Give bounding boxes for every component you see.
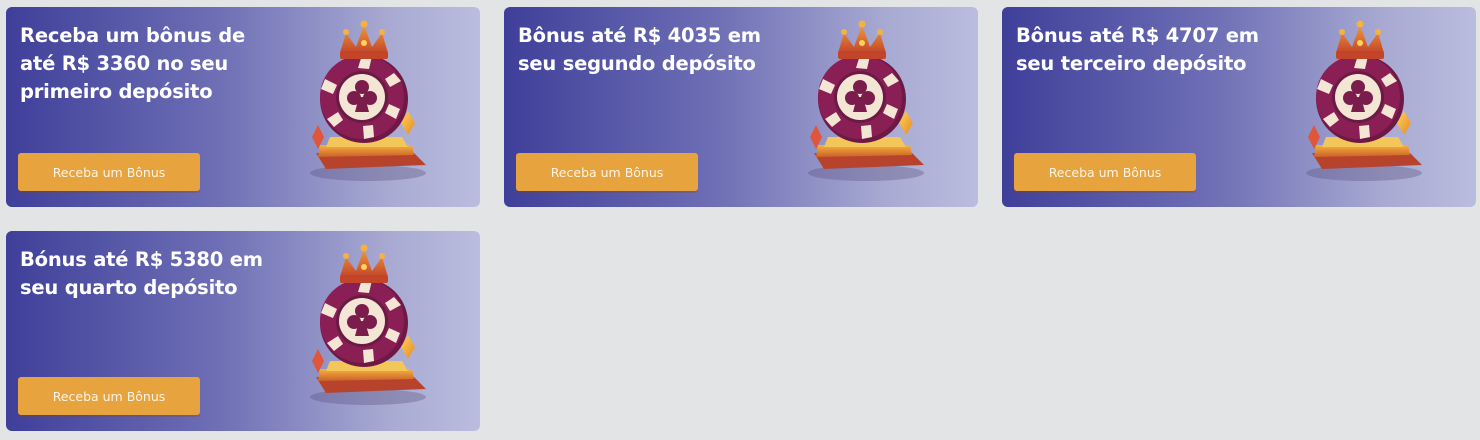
promo-card-first-deposit: Receba um bônus de até R$ 3360 no seu pr… [6,7,480,207]
promo-card-third-deposit: Bônus até R$ 4707 em seu terceiro depósi… [1002,7,1476,207]
crowned-poker-chip-icon [794,13,934,193]
promo-title: Bônus até R$ 4035 em seu segundo depósit… [518,24,761,75]
promo-card-second-deposit: Bônus até R$ 4035 em seu segundo depósit… [504,7,978,207]
promo-title: Bónus até R$ 5380 em seu quarto depósito [20,248,263,299]
get-bonus-button[interactable]: Receba um Bônus [516,153,698,191]
promotions-grid: Receba um bônus de até R$ 3360 no seu pr… [6,7,1476,431]
crowned-poker-chip-icon [296,237,436,417]
promo-title: Bônus até R$ 4707 em seu terceiro depósi… [1016,24,1259,75]
get-bonus-button[interactable]: Receba um Bônus [18,153,200,191]
get-bonus-button[interactable]: Receba um Bônus [18,377,200,415]
crowned-poker-chip-icon [1292,13,1432,193]
get-bonus-button[interactable]: Receba um Bônus [1014,153,1196,191]
promo-card-fourth-deposit: Bónus até R$ 5380 em seu quarto depósito… [6,231,480,431]
crowned-poker-chip-icon [296,13,436,193]
promo-title: Receba um bônus de até R$ 3360 no seu pr… [20,24,246,103]
